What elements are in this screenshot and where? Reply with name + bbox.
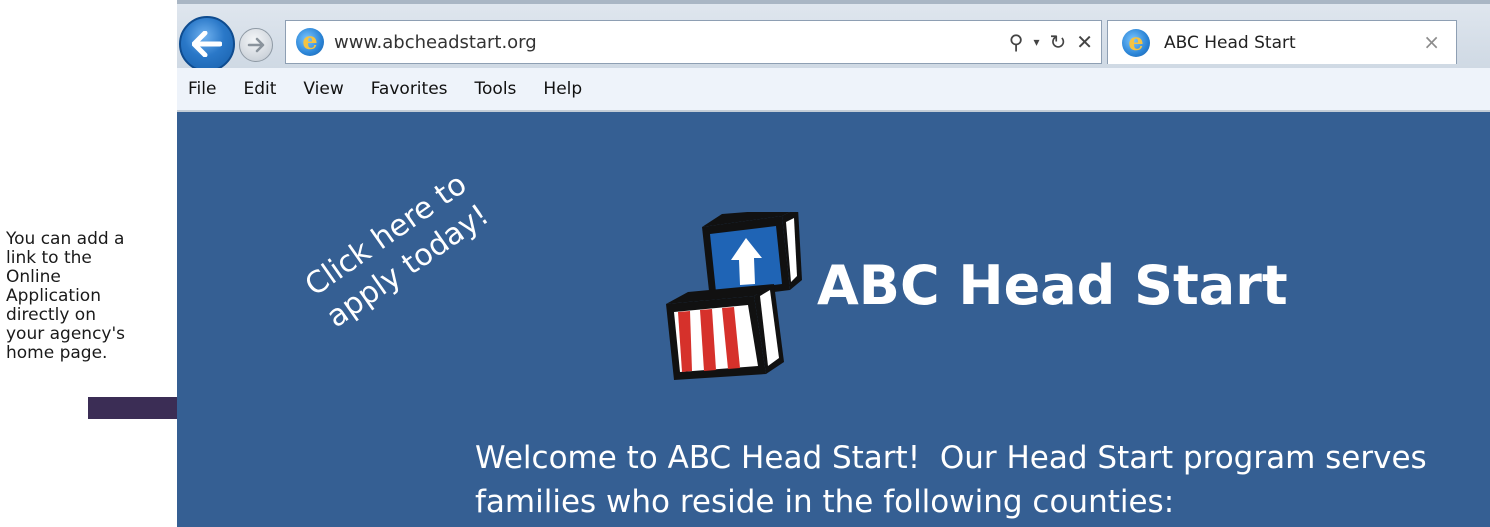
refresh-icon[interactable]: ↻ <box>1049 30 1066 54</box>
apply-online-link[interactable]: Click here to apply today! <box>269 145 545 384</box>
browser-toolbar: e www.abcheadstart.org ⚲ ▾ ↻ ✕ e ABC Hea… <box>177 0 1490 72</box>
annotation-line: your agency's <box>6 324 126 344</box>
close-tab-icon[interactable]: × <box>1423 30 1440 54</box>
forward-button[interactable] <box>239 28 273 62</box>
search-icon[interactable]: ⚲ <box>1009 30 1024 54</box>
url-text[interactable]: www.abcheadstart.org <box>334 32 537 53</box>
welcome-text: Welcome to ABC Head Start! Our Head Star… <box>475 436 1475 524</box>
menu-favorites[interactable]: Favorites <box>371 79 448 99</box>
back-button[interactable] <box>179 16 235 72</box>
menu-view[interactable]: View <box>303 79 343 99</box>
menu-tools[interactable]: Tools <box>475 79 517 99</box>
menu-file[interactable]: File <box>188 79 216 99</box>
address-bar[interactable]: e www.abcheadstart.org ⚲ ▾ ↻ ✕ <box>285 20 1102 64</box>
annotation-line: link to the <box>6 248 92 268</box>
ie-logo-icon: e <box>296 28 324 56</box>
menu-edit[interactable]: Edit <box>243 79 276 99</box>
welcome-line: Welcome to ABC Head Start! Our Head Star… <box>475 440 1427 476</box>
address-tools: ⚲ ▾ ↻ ✕ <box>1009 27 1093 57</box>
annotation-line: Application <box>6 286 101 306</box>
annotation-line: Online <box>6 267 61 287</box>
ie-logo-icon: e <box>1122 29 1150 57</box>
page-content: Click here to apply today! ABC Head Star… <box>177 112 1490 527</box>
dropdown-icon[interactable]: ▾ <box>1033 35 1039 49</box>
stop-icon[interactable]: ✕ <box>1076 30 1093 54</box>
annotation-line: directly on <box>6 305 96 325</box>
abc-blocks-logo-icon <box>666 212 802 380</box>
tab-abc-head-start[interactable]: e ABC Head Start × <box>1107 20 1457 64</box>
forward-arrow-icon <box>247 37 265 53</box>
tab-title: ABC Head Start <box>1164 33 1296 53</box>
annotation-line: You can add a <box>6 229 125 249</box>
annotation-line: home page. <box>6 343 108 363</box>
browser-window: e www.abcheadstart.org ⚲ ▾ ↻ ✕ e ABC Hea… <box>177 0 1490 527</box>
menu-help[interactable]: Help <box>543 79 582 99</box>
welcome-line: families who reside in the following cou… <box>475 484 1175 520</box>
site-title: ABC Head Start <box>817 254 1288 317</box>
menu-bar: File Edit View Favorites Tools Help <box>177 68 1490 112</box>
annotation-note: You can add a link to the Online Applica… <box>6 230 176 363</box>
back-arrow-icon <box>192 31 222 57</box>
